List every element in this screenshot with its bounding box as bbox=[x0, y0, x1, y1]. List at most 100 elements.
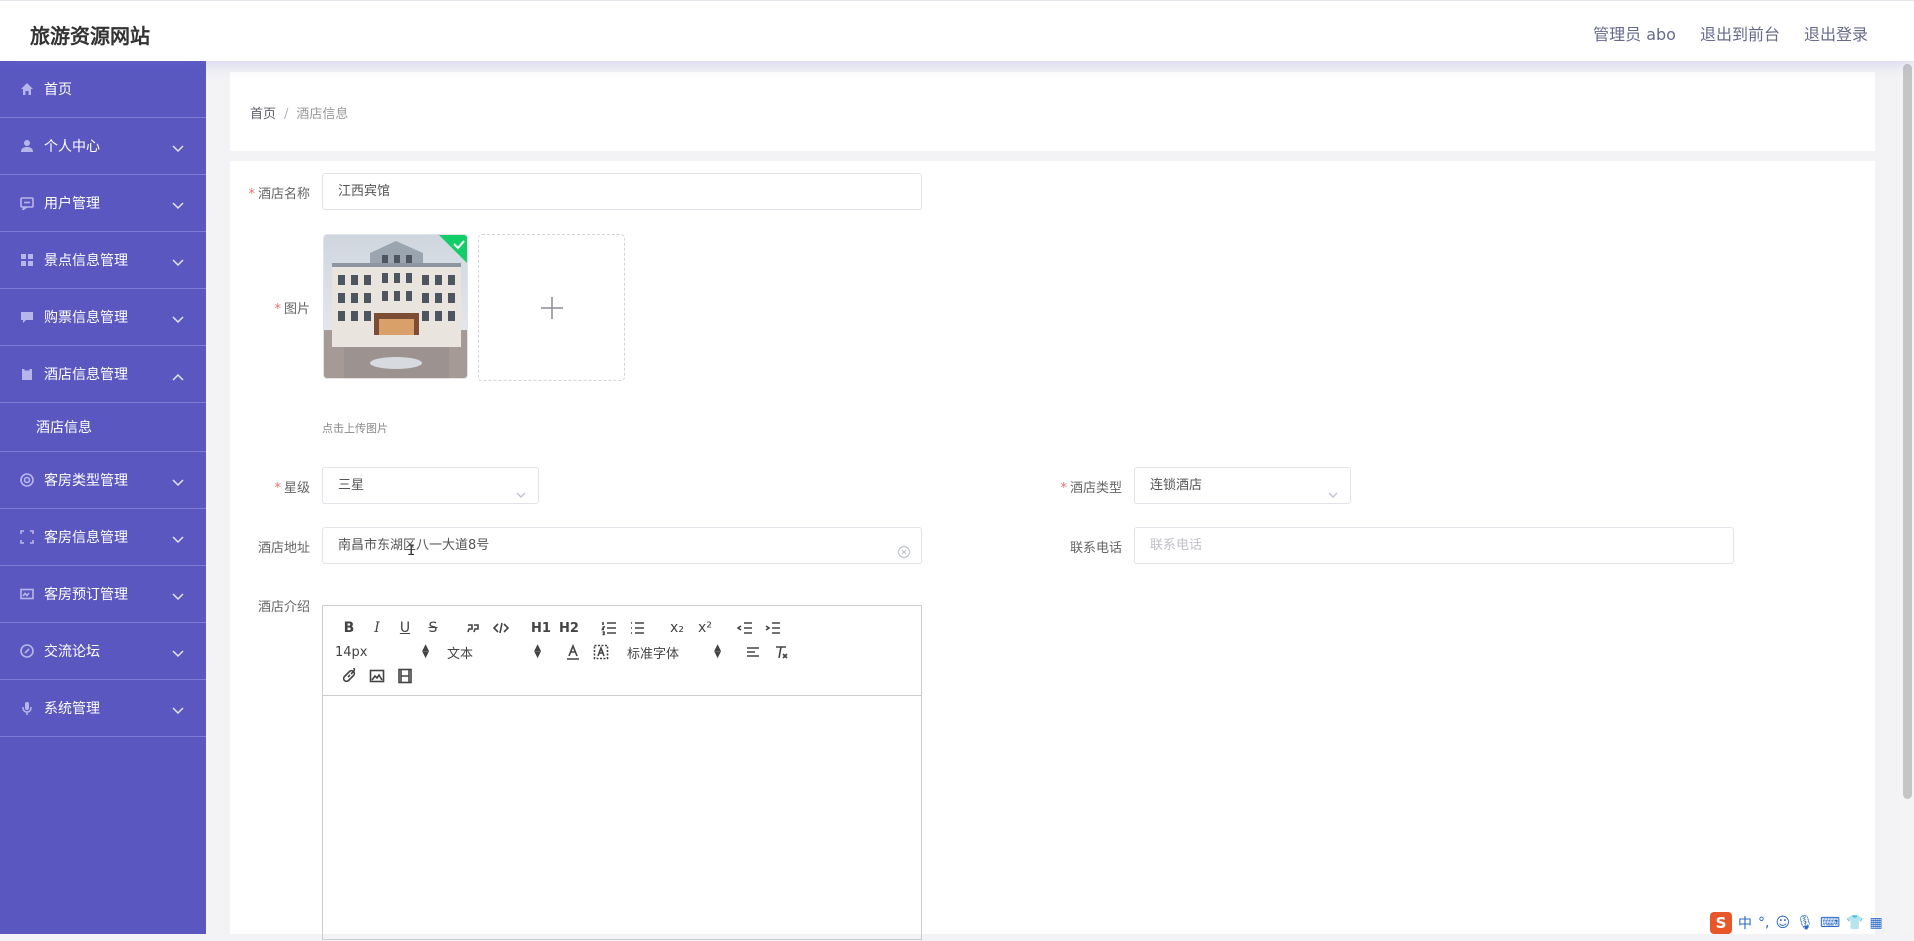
sidebar-item-home[interactable]: 首页 bbox=[0, 61, 206, 118]
sidebar-item-label: 客房预订管理 bbox=[44, 587, 128, 603]
sidebar-item-label: 系统管理 bbox=[44, 701, 100, 717]
star-select[interactable]: 三星 bbox=[322, 467, 539, 504]
superscript-button[interactable]: x² bbox=[691, 616, 719, 640]
frame-icon bbox=[20, 530, 34, 544]
indent-icon[interactable] bbox=[759, 616, 787, 640]
hotel-name-label: * 酒店名称 bbox=[248, 187, 310, 202]
bullet-list-icon[interactable] bbox=[623, 616, 651, 640]
video-icon[interactable] bbox=[391, 664, 419, 688]
star-select-value: 三星 bbox=[338, 478, 365, 493]
message-icon bbox=[20, 196, 34, 210]
plus-icon bbox=[540, 296, 563, 319]
chevron-up-icon bbox=[172, 369, 184, 381]
sidebar-item-user-management[interactable]: 用户管理 bbox=[0, 175, 206, 232]
outdent-icon[interactable] bbox=[731, 616, 759, 640]
font-size-value: 14px bbox=[335, 644, 368, 660]
font-size-select[interactable]: 14px ▲ ▼ bbox=[335, 644, 435, 660]
ime-mode[interactable]: 中 bbox=[1738, 913, 1752, 933]
menu-grid-icon[interactable]: ▦ bbox=[1870, 915, 1883, 931]
upload-add-button[interactable] bbox=[478, 234, 625, 381]
italic-button[interactable]: I bbox=[363, 616, 391, 640]
top-bar: 旅游资源网站 管理员 abo 退出到前台 退出登录 bbox=[0, 0, 1914, 61]
hotel-type-select[interactable]: 连锁酒店 bbox=[1134, 467, 1351, 504]
site-title: 旅游资源网站 bbox=[30, 24, 150, 48]
admin-user-label[interactable]: 管理员 abo bbox=[1593, 21, 1676, 45]
sidebar-item-hotel-management[interactable]: 酒店信息管理 bbox=[0, 346, 206, 403]
align-icon[interactable] bbox=[739, 640, 767, 664]
page-scrollbar[interactable] bbox=[1900, 62, 1914, 934]
sidebar-item-label: 酒店信息管理 bbox=[44, 367, 128, 383]
sidebar-subitem-hotel-info[interactable]: 酒店信息 bbox=[0, 403, 206, 452]
quote-icon[interactable] bbox=[459, 616, 487, 640]
updown-icon: ▲ ▼ bbox=[714, 643, 721, 660]
chevron-down-icon bbox=[172, 475, 184, 487]
sidebar-item-system-management[interactable]: 系统管理 bbox=[0, 680, 206, 737]
sidebar-item-room-info-management[interactable]: 客房信息管理 bbox=[0, 509, 206, 566]
sidebar-item-room-type-management[interactable]: 客房类型管理 bbox=[0, 452, 206, 509]
rich-text-editor: B I U S H1 H2 x₂ x² 14px ▲ ▼ 文本 ▲ ▼ 标准字体… bbox=[322, 605, 922, 940]
mic-icon[interactable]: 🎙 bbox=[1796, 915, 1814, 931]
sidebar-item-personal-center[interactable]: 个人中心 bbox=[0, 118, 206, 175]
chevron-down-icon bbox=[172, 255, 184, 267]
emoji-icon[interactable]: ☺ bbox=[1775, 915, 1790, 931]
sidebar-item-room-booking-management[interactable]: 客房预订管理 bbox=[0, 566, 206, 623]
image-icon[interactable] bbox=[363, 664, 391, 688]
sidebar-item-label: 客房信息管理 bbox=[44, 530, 128, 546]
phone-input[interactable]: 联系电话 bbox=[1134, 527, 1734, 564]
block-format-select[interactable]: 文本 ▲ ▼ bbox=[447, 643, 547, 662]
sidebar-item-label: 购票信息管理 bbox=[44, 310, 128, 326]
text-cursor-icon: I bbox=[407, 543, 416, 559]
hotel-form: * 酒店名称 江西宾馆 * 图片 点击上传图片 * 星级 三星 * 酒店类型 连… bbox=[230, 161, 1875, 940]
clipboard-icon bbox=[20, 367, 34, 381]
scrollbar-thumb[interactable] bbox=[1903, 64, 1912, 799]
logout-link[interactable]: 退出登录 bbox=[1804, 21, 1868, 45]
sidebar-item-ticket-management[interactable]: 购票信息管理 bbox=[0, 289, 206, 346]
h2-button[interactable]: H2 bbox=[555, 616, 583, 640]
uploaded-hotel-image[interactable] bbox=[323, 234, 468, 379]
h1-button[interactable]: H1 bbox=[527, 616, 555, 640]
hotel-type-select-value: 连锁酒店 bbox=[1150, 478, 1203, 493]
sidebar-item-label: 交流论坛 bbox=[44, 644, 100, 660]
chevron-down-icon bbox=[172, 646, 184, 658]
hotel-name-input[interactable]: 江西宾馆 bbox=[322, 173, 922, 210]
top-right-links: 管理员 abo 退出到前台 退出登录 bbox=[1593, 21, 1868, 45]
link-icon[interactable] bbox=[335, 664, 363, 688]
clear-format-icon[interactable] bbox=[767, 640, 795, 664]
breadcrumb: 首页 / 酒店信息 bbox=[250, 103, 348, 122]
sidebar-item-forum[interactable]: 交流论坛 bbox=[0, 623, 206, 680]
back-to-front-link[interactable]: 退出到前台 bbox=[1700, 21, 1780, 45]
breadcrumb-home[interactable]: 首页 bbox=[250, 107, 276, 122]
phone-label: 联系电话 bbox=[1069, 541, 1122, 556]
sidebar-item-attraction-management[interactable]: 景点信息管理 bbox=[0, 232, 206, 289]
font-color-icon[interactable] bbox=[559, 640, 587, 664]
keyboard-icon[interactable]: ⌨ bbox=[1820, 915, 1840, 931]
chevron-down-icon bbox=[1328, 479, 1338, 498]
bold-button[interactable]: B bbox=[335, 616, 363, 640]
user-icon bbox=[20, 139, 34, 153]
ime-toolbar: S 中 °, ☺ 🎙 ⌨ 👕 ▦ bbox=[1710, 912, 1883, 934]
chevron-down-icon bbox=[172, 312, 184, 324]
font-family-select[interactable]: 标准字体 ▲ ▼ bbox=[627, 643, 727, 662]
mic-icon bbox=[20, 701, 34, 715]
chevron-down-icon bbox=[172, 703, 184, 715]
ime-logo[interactable]: S bbox=[1710, 912, 1732, 934]
chevron-down-icon bbox=[172, 589, 184, 601]
clear-icon[interactable] bbox=[897, 538, 911, 559]
strike-button[interactable]: S bbox=[419, 616, 447, 640]
code-icon[interactable] bbox=[487, 616, 515, 640]
underline-button[interactable]: U bbox=[391, 616, 419, 640]
skin-icon[interactable]: 👕 bbox=[1846, 915, 1863, 931]
subscript-button[interactable]: x₂ bbox=[663, 616, 691, 640]
ordered-list-icon[interactable] bbox=[595, 616, 623, 640]
updown-icon: ▲ ▼ bbox=[534, 643, 541, 660]
required-mark: * bbox=[1060, 481, 1067, 496]
chat-icon bbox=[20, 310, 34, 324]
editor-content-area[interactable] bbox=[323, 696, 921, 941]
compass-icon bbox=[20, 644, 34, 658]
sidebar-item-label: 首页 bbox=[44, 82, 72, 98]
block-format-value: 文本 bbox=[447, 646, 474, 662]
background-color-icon[interactable] bbox=[587, 640, 615, 664]
punctuation-icon[interactable]: °, bbox=[1758, 915, 1769, 931]
breadcrumb-card: 首页 / 酒店信息 bbox=[230, 72, 1875, 151]
required-mark: * bbox=[274, 302, 281, 317]
